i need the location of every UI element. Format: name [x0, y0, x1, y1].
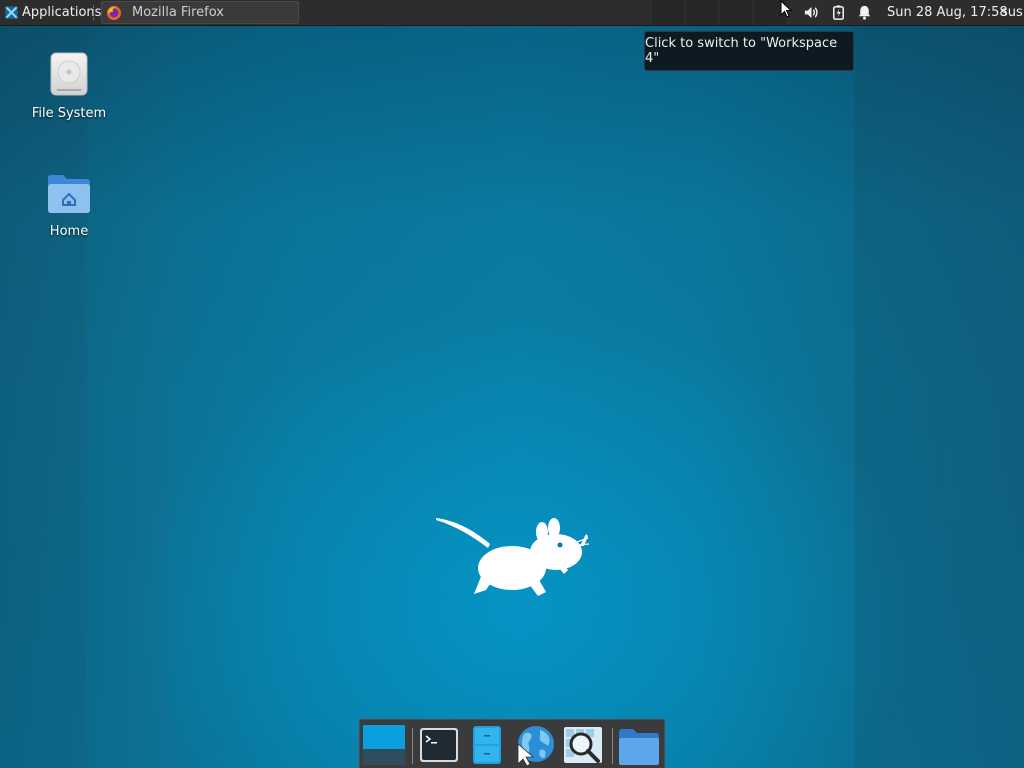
applications-menu-button[interactable]: Applications: [0, 0, 105, 25]
desktop-icon-home[interactable]: Home: [24, 170, 114, 239]
volume-icon[interactable]: [803, 4, 820, 21]
taskbar-button-firefox[interactable]: Mozilla Firefox: [101, 1, 299, 24]
desktop-icon-label: File System: [31, 106, 107, 121]
panel-separator: [93, 5, 96, 20]
panel-clock[interactable]: Sun 28 Aug, 17:58: [887, 0, 1008, 25]
firefox-icon: [107, 5, 121, 20]
desktop: Applications Mozilla Firefox Sun 28 Aug,…: [0, 0, 1024, 768]
taskbar-button-label: Mozilla Firefox: [132, 5, 224, 20]
app-finder-icon[interactable]: [562, 724, 604, 766]
applications-menu-label: Applications: [22, 5, 102, 20]
show-desktop-icon[interactable]: [363, 724, 405, 766]
home-folder-icon: [48, 175, 90, 213]
xfce-mouse-logo: [436, 518, 590, 596]
folder-icon[interactable]: [618, 724, 660, 766]
workspace-button-1[interactable]: [652, 0, 684, 25]
notification-bell-icon[interactable]: [856, 4, 873, 21]
xfce-logo-icon: [4, 5, 19, 20]
dock-separator: [412, 728, 413, 764]
top-panel: Applications Mozilla Firefox Sun 28 Aug,…: [0, 0, 1024, 26]
drive-harddisk-icon: [50, 52, 88, 96]
workspace-button-3[interactable]: [720, 0, 752, 25]
terminal-icon[interactable]: [418, 724, 460, 766]
dock-panel: [359, 719, 665, 768]
desktop-icon-file-system[interactable]: File System: [24, 50, 114, 121]
battery-icon[interactable]: [830, 4, 847, 21]
desktop-icon-label: Home: [49, 224, 89, 239]
workspace-tooltip: Click to switch to "Workspace 4": [644, 31, 854, 71]
dock-separator: [612, 728, 613, 764]
user-menu[interactable]: sus: [1001, 0, 1024, 25]
tooltip-text: Click to switch to "Workspace 4": [645, 36, 838, 66]
workspace-button-2[interactable]: [686, 0, 718, 25]
web-browser-icon[interactable]: [514, 724, 556, 766]
file-manager-icon[interactable]: [466, 724, 508, 766]
mouse-pointer-icon: [780, 0, 793, 18]
